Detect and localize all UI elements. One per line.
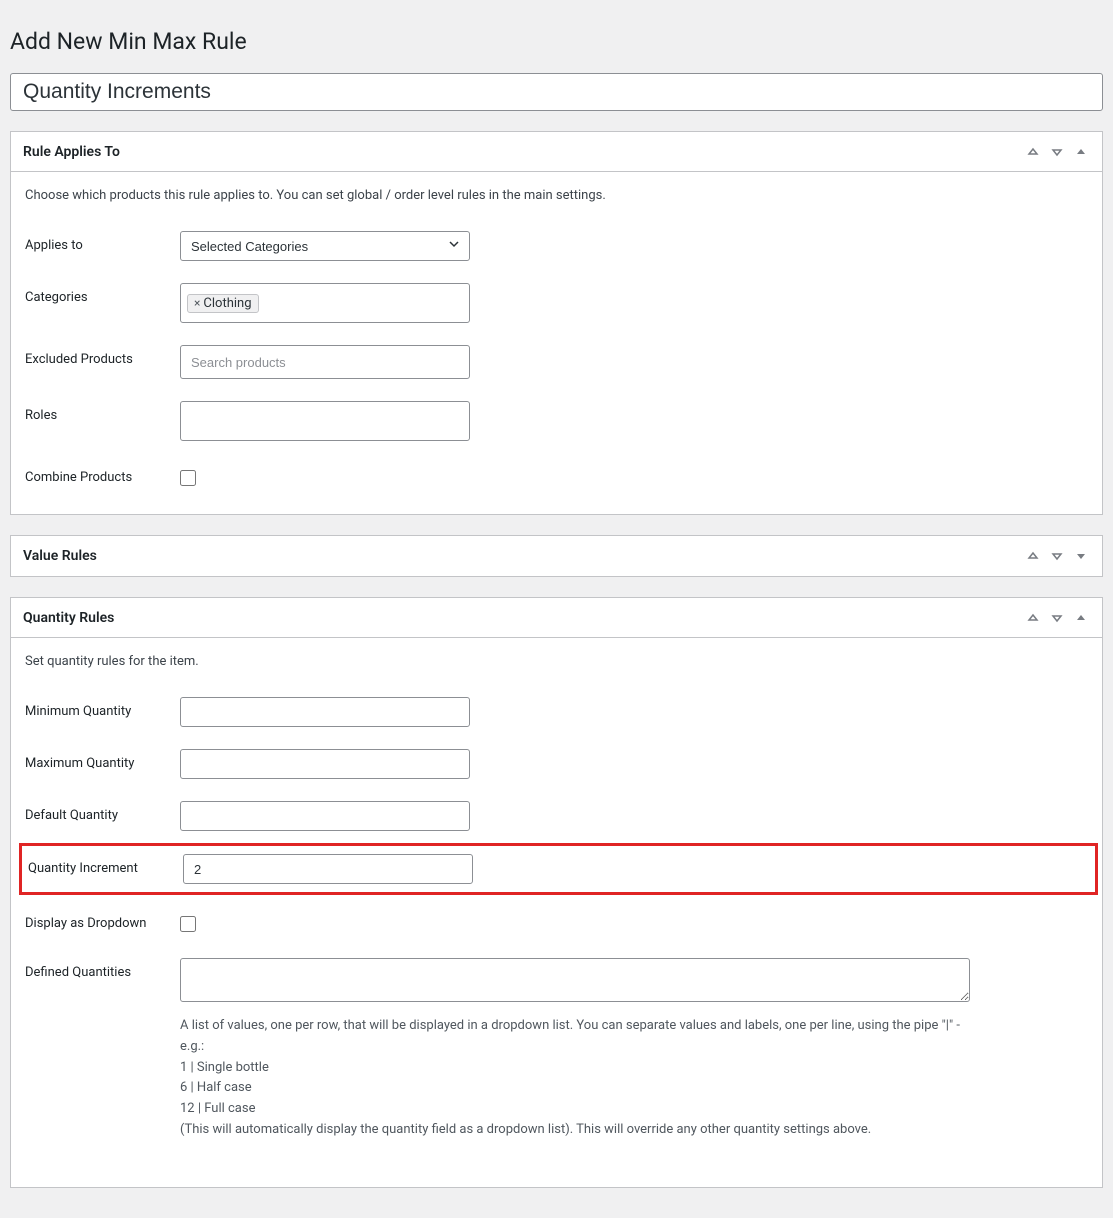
panel-description: Choose which products this rule applies … — [25, 188, 1088, 203]
roles-label: Roles — [25, 401, 180, 423]
display-dropdown-label: Display as Dropdown — [25, 909, 180, 931]
qty-increment-input[interactable] — [183, 854, 473, 884]
qty-increment-label: Quantity Increment — [28, 854, 183, 876]
tag-label: Clothing — [203, 296, 251, 311]
move-up-icon[interactable] — [1024, 143, 1042, 161]
rule-name-input[interactable] — [10, 73, 1103, 111]
display-dropdown-checkbox[interactable] — [180, 916, 196, 932]
panel-title: Quantity Rules — [23, 610, 114, 626]
defined-qty-label: Defined Quantities — [25, 958, 180, 980]
remove-tag-icon[interactable]: × — [194, 296, 200, 310]
combine-products-label: Combine Products — [25, 463, 180, 485]
panel-quantity-rules: Quantity Rules Set quantity rules for th… — [10, 597, 1103, 1188]
toggle-panel-icon[interactable] — [1072, 547, 1090, 565]
excluded-products-label: Excluded Products — [25, 345, 180, 367]
excluded-products-input[interactable] — [180, 345, 470, 379]
toggle-panel-icon[interactable] — [1072, 143, 1090, 161]
page-title: Add New Min Max Rule — [10, 28, 1103, 55]
panel-description: Set quantity rules for the item. — [25, 654, 1088, 669]
applies-to-select[interactable]: Selected Categories — [180, 231, 470, 261]
min-qty-input[interactable] — [180, 697, 470, 727]
default-qty-label: Default Quantity — [25, 801, 180, 823]
default-qty-input[interactable] — [180, 801, 470, 831]
defined-qty-textarea[interactable] — [180, 958, 970, 1002]
categories-field[interactable]: × Clothing — [180, 283, 470, 323]
roles-field[interactable] — [180, 401, 470, 441]
help-text: A list of values, one per row, that will… — [180, 1016, 970, 1141]
max-qty-label: Maximum Quantity — [25, 749, 180, 771]
panel-value-rules: Value Rules — [10, 535, 1103, 577]
highlighted-row: Quantity Increment — [19, 843, 1098, 895]
move-down-icon[interactable] — [1048, 547, 1066, 565]
toggle-panel-icon[interactable] — [1072, 609, 1090, 627]
move-up-icon[interactable] — [1024, 547, 1042, 565]
category-tag: × Clothing — [187, 294, 259, 313]
combine-products-checkbox[interactable] — [180, 470, 196, 486]
categories-label: Categories — [25, 283, 180, 305]
panel-rule-applies: Rule Applies To Choose which products th… — [10, 131, 1103, 515]
applies-to-label: Applies to — [25, 231, 180, 253]
move-down-icon[interactable] — [1048, 609, 1066, 627]
move-up-icon[interactable] — [1024, 609, 1042, 627]
panel-title: Value Rules — [23, 548, 97, 564]
move-down-icon[interactable] — [1048, 143, 1066, 161]
panel-title: Rule Applies To — [23, 144, 120, 160]
max-qty-input[interactable] — [180, 749, 470, 779]
min-qty-label: Minimum Quantity — [25, 697, 180, 719]
